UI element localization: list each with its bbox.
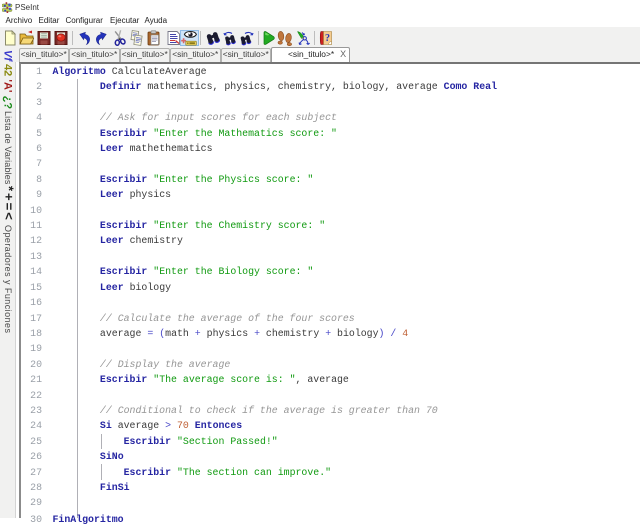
svg-text:?: ? xyxy=(325,33,330,44)
